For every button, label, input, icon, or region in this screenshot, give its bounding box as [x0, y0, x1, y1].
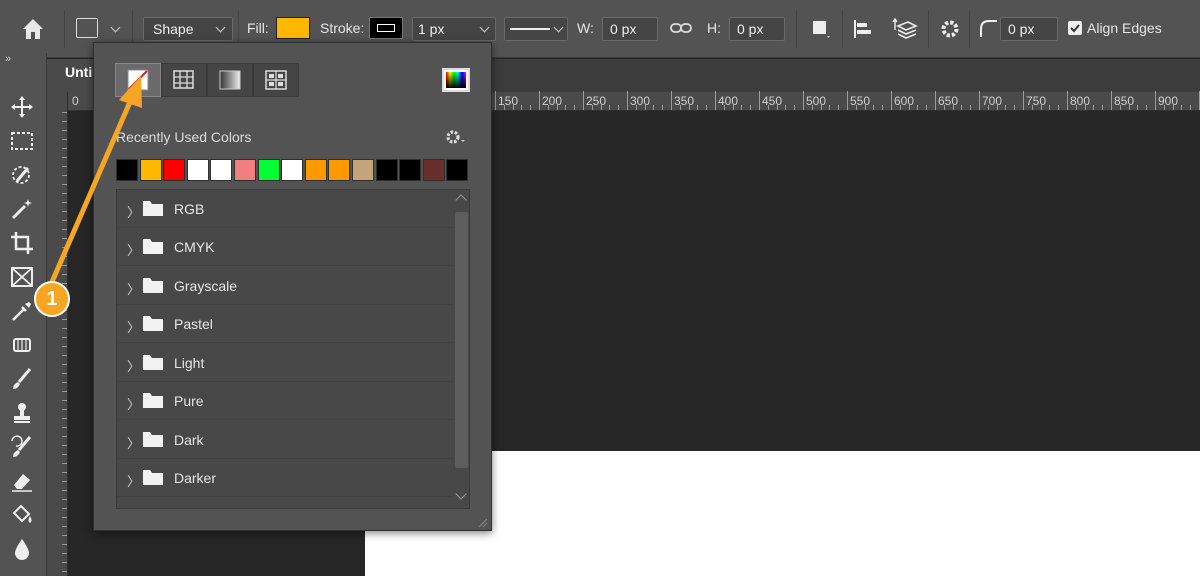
step-number-badge: 1: [34, 281, 70, 317]
step-number: 1: [46, 288, 58, 310]
annotation-arrow: [49, 76, 142, 285]
